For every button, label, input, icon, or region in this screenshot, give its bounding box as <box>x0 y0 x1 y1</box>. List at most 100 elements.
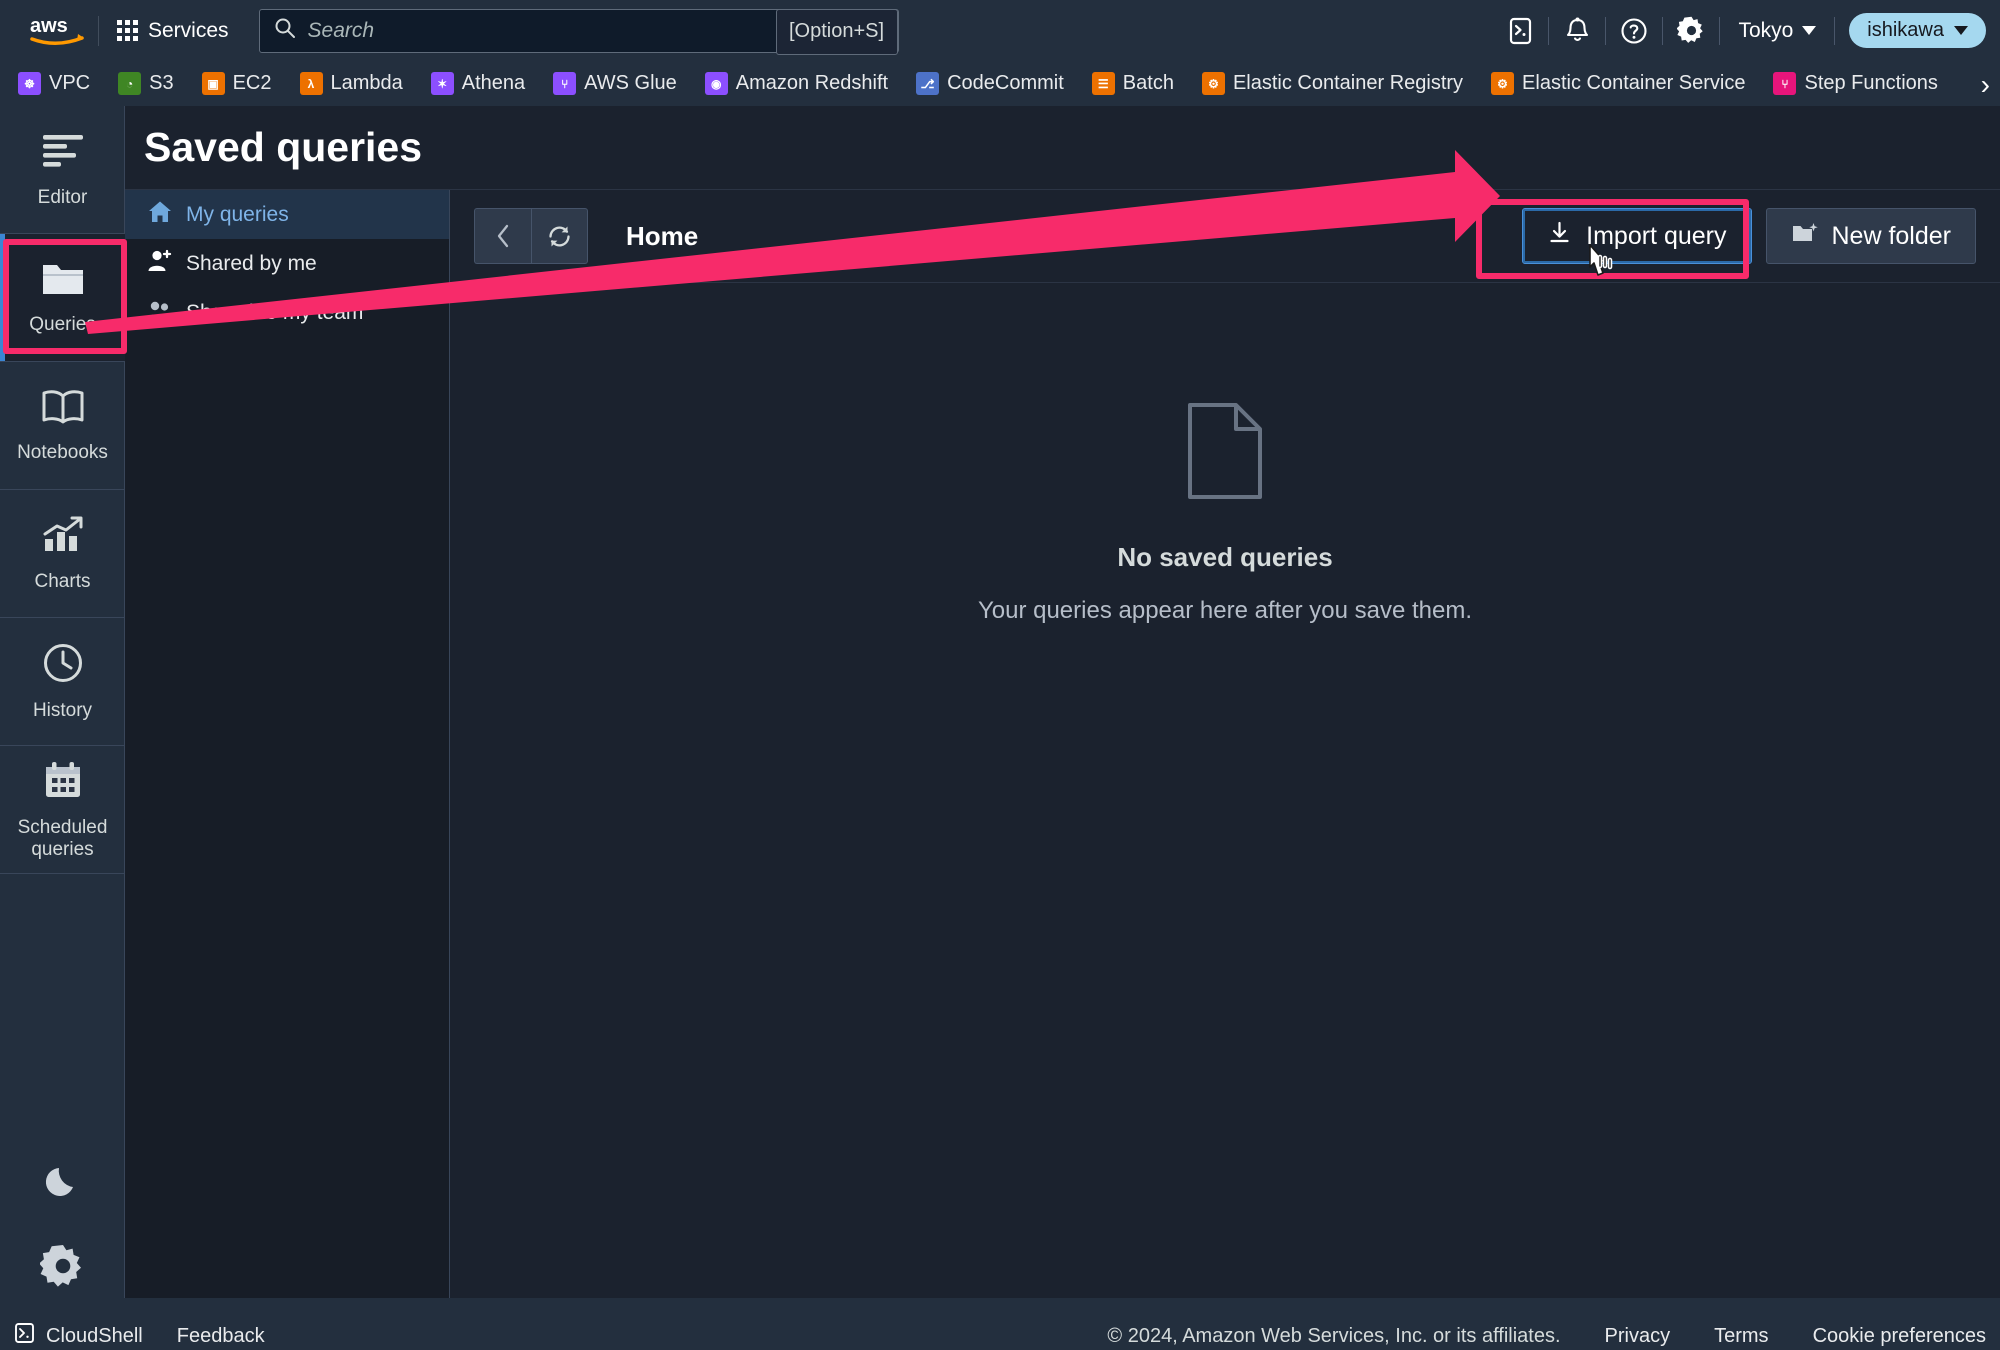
aws-logo[interactable]: aws <box>22 14 94 48</box>
top-nav-right-group: Tokyo ishikawa <box>1492 0 2000 61</box>
cloudshell-icon[interactable] <box>1492 9 1548 53</box>
services-menu-button[interactable]: Services <box>103 9 243 53</box>
left-navigation-rail: Editor Queries Notebooks Charts History Sched… <box>0 106 125 1322</box>
rail-item-history[interactable]: History <box>0 618 125 746</box>
home-icon <box>147 199 173 231</box>
cookie-preferences-link[interactable]: Cookie preferences <box>1813 1325 1986 1348</box>
chevron-right-icon[interactable]: › <box>1981 69 1990 101</box>
rail-bottom-actions <box>0 1140 125 1308</box>
dark-mode-moon-icon[interactable] <box>0 1140 125 1224</box>
back-button[interactable] <box>474 208 531 264</box>
service-icon: ⎇ <box>916 72 940 95</box>
folder-icon <box>40 260 86 304</box>
service-shortcut-label: Athena <box>461 72 526 94</box>
service-icon: ▣ <box>201 72 225 95</box>
terms-link[interactable]: Terms <box>1714 1325 1768 1348</box>
services-label: Services <box>148 18 229 42</box>
new-folder-label: New folder <box>1831 221 1952 250</box>
book-icon <box>40 388 86 432</box>
nav-divider <box>98 15 99 46</box>
rail-item-label: History <box>32 699 93 721</box>
service-shortcut-label: Lambda <box>330 72 403 94</box>
service-icon: ☸ <box>18 72 41 95</box>
service-shortcuts-bar: ☸ VPC ◔ S3 ▣ EC2 λ Lambda ✶ Athena ⑂ AWS Glue ◉ Amazo… <box>0 61 2000 106</box>
notifications-bell-icon[interactable] <box>1549 9 1605 53</box>
footer-bar: CloudShell Feedback © 2024, Amazon Web S… <box>0 1322 2000 1350</box>
rail-item-queries[interactable]: Queries <box>0 234 125 362</box>
service-icon: ◔ <box>118 72 142 95</box>
empty-state: No saved queries Your queries appear her… <box>450 283 2000 625</box>
service-shortcut-aws-glue[interactable]: ⑂ AWS Glue <box>553 72 677 95</box>
service-icon: ⚙ <box>1491 72 1515 95</box>
page-title: Saved queries <box>125 106 2000 190</box>
service-shortcut-batch[interactable]: ☰ Batch <box>1091 72 1174 95</box>
service-shortcut-label: Amazon Redshift <box>735 72 889 94</box>
service-shortcut-label: Elastic Container Registry <box>1232 72 1464 94</box>
service-shortcut-amazon-redshift[interactable]: ◉ Amazon Redshift <box>704 72 889 95</box>
service-shortcut-label: Batch <box>1122 72 1174 94</box>
service-shortcut-label: VPC <box>49 72 91 94</box>
service-shortcut-lambda[interactable]: λ Lambda <box>299 72 403 95</box>
service-shortcut-label: Elastic Container Service <box>1522 72 1746 94</box>
tree-item-my-queries[interactable]: My queries <box>125 190 449 239</box>
service-icon: ☰ <box>1091 72 1115 95</box>
service-shortcut-codecommit[interactable]: ⎇ CodeCommit <box>916 72 1064 95</box>
service-shortcut-label: Step Functions <box>1804 72 1938 94</box>
service-shortcut-ec2[interactable]: ▣ EC2 <box>201 72 272 95</box>
region-label: Tokyo <box>1738 18 1794 42</box>
feedback-link[interactable]: Feedback <box>177 1325 265 1348</box>
service-shortcut-elastic-container-registry[interactable]: ⚙ Elastic Container Registry <box>1201 72 1464 95</box>
search-icon <box>274 17 296 44</box>
tree-item-shared-by-me[interactable]: Shared by me <box>125 239 449 288</box>
privacy-link[interactable]: Privacy <box>1605 1325 1671 1348</box>
rail-item-notebooks[interactable]: Notebooks <box>0 362 125 490</box>
rail-item-label: Queries <box>29 313 96 335</box>
calendar-icon <box>42 759 84 807</box>
service-shortcut-elastic-container-service[interactable]: ⚙ Elastic Container Service <box>1491 72 1745 95</box>
chevron-down-icon <box>1802 26 1817 35</box>
service-icon: ⑂ <box>1773 72 1797 95</box>
svg-text:aws: aws <box>30 15 68 37</box>
account-menu-button[interactable]: ishikawa <box>1849 13 1986 48</box>
refresh-button[interactable] <box>531 208 588 264</box>
help-question-icon[interactable] <box>1606 9 1662 53</box>
rail-item-scheduled-queries[interactable]: Scheduled queries <box>0 746 125 874</box>
service-shortcut-label: CodeCommit <box>947 72 1064 94</box>
empty-state-title: No saved queries <box>1117 542 1333 572</box>
rail-item-label: Charts <box>34 570 91 592</box>
footer-right-group: © 2024, Amazon Web Services, Inc. or its… <box>1107 1325 1986 1348</box>
service-icon: ✶ <box>430 72 454 95</box>
nav-divider <box>1834 16 1836 45</box>
cloudshell-button[interactable]: CloudShell <box>14 1322 143 1350</box>
service-shortcut-vpc[interactable]: ☸ VPC <box>18 72 90 95</box>
region-selector[interactable]: Tokyo <box>1720 9 1834 53</box>
clock-icon <box>42 642 84 690</box>
search-shortcut-badge: [Option+S] <box>775 8 898 55</box>
cloudshell-label: CloudShell <box>46 1324 143 1347</box>
rail-item-label: Notebooks <box>17 441 108 463</box>
new-folder-button[interactable]: New folder <box>1765 208 1976 264</box>
saved-queries-tree-panel: My queries Shared by me Shared to my team <box>125 190 450 1322</box>
global-search-box[interactable]: [Option+S] <box>258 8 899 55</box>
breadcrumb: Home <box>626 220 699 251</box>
settings-gear-icon[interactable] <box>1663 9 1719 53</box>
tree-item-label: My queries <box>186 202 289 226</box>
rail-item-editor[interactable]: Editor <box>0 106 125 234</box>
settings-gear-icon[interactable] <box>0 1224 125 1308</box>
user-share-icon <box>147 248 173 280</box>
content-toolbar: Home Import query New folder <box>450 190 2000 283</box>
grid-icon <box>117 20 138 41</box>
new-folder-icon <box>1791 221 1818 252</box>
service-shortcut-label: AWS Glue <box>584 72 677 94</box>
service-shortcut-s3[interactable]: ◔ S3 <box>118 72 174 95</box>
tree-item-shared-to-my-team[interactable]: Shared to my team <box>125 288 449 337</box>
service-shortcut-label: EC2 <box>232 72 272 94</box>
document-page-icon <box>1184 401 1266 506</box>
mouse-cursor-pointer <box>1584 243 1624 294</box>
editor-lines-icon <box>40 131 86 177</box>
service-shortcut-step-functions[interactable]: ⑂ Step Functions <box>1773 72 1938 95</box>
tree-item-label: Shared to my team <box>186 300 364 324</box>
service-shortcut-athena[interactable]: ✶ Athena <box>430 72 526 95</box>
import-query-button[interactable]: Import query <box>1522 208 1752 264</box>
rail-item-charts[interactable]: Charts <box>0 490 125 618</box>
